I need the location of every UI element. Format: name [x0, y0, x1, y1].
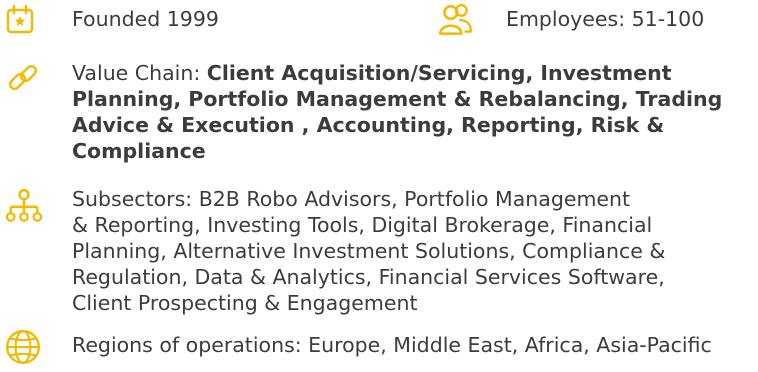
- globe-icon: [6, 330, 40, 364]
- value-chain-label: Value Chain:: [72, 61, 207, 85]
- regions-text: Regions of operations: Europe, Middle Ea…: [72, 333, 712, 357]
- subsectors-text: Subsectors: B2B Robo Advisors, Portfolio…: [72, 186, 665, 316]
- subsectors-line-1: Subsectors: B2B Robo Advisors, Portfolio…: [72, 187, 631, 211]
- employees-text: Employees: 51-100: [506, 7, 705, 31]
- subsectors-line-5: Client Prospecting & Engagement: [72, 291, 418, 315]
- value-chain-line-3: Advice & Execution , Accounting, Reporti…: [72, 113, 665, 137]
- value-chain-line-1: Client Acquisition/Servicing, Investment: [206, 61, 672, 85]
- value-chain-text: Value Chain: Client Acquisition/Servicin…: [72, 60, 722, 164]
- subsectors-line-4: Regulation, Data & Analytics, Financial …: [72, 265, 665, 289]
- link-icon: [8, 64, 38, 91]
- people-icon: [438, 4, 472, 35]
- hierarchy-icon: [5, 189, 43, 222]
- founded-text: Founded 1999: [72, 7, 219, 31]
- subsectors-line-3: Planning, Alternative Investment Solutio…: [72, 239, 666, 263]
- value-chain-line-4: Compliance: [72, 139, 206, 163]
- value-chain-line-2: Planning, Portfolio Management & Rebalan…: [72, 87, 723, 111]
- calendar-star-icon: [6, 4, 34, 34]
- subsectors-line-2: & Reporting, Investing Tools, Digital Br…: [72, 213, 653, 237]
